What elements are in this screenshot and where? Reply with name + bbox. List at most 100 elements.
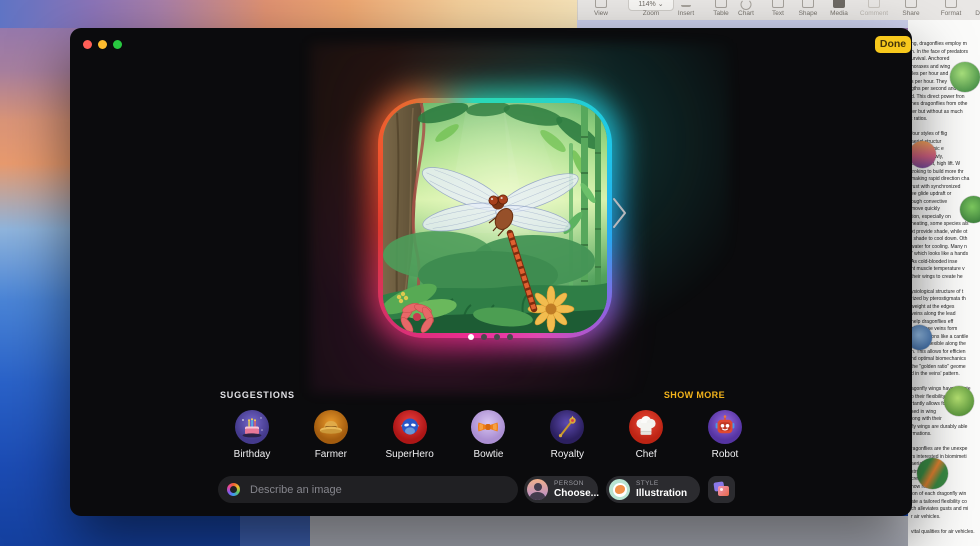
- suggestion-royalty[interactable]: Royalty: [537, 410, 597, 460]
- minimize-button[interactable]: [98, 40, 107, 49]
- share-icon: [905, 0, 917, 8]
- style-chip[interactable]: STYLE Illustration: [606, 476, 700, 503]
- document-line: making rapid direction cha: [911, 176, 980, 184]
- photo-library-button[interactable]: [708, 476, 735, 503]
- toolbar-item-chart[interactable]: Chart: [727, 0, 765, 20]
- window-controls: [83, 40, 122, 49]
- document-line: rmations.: [911, 431, 980, 439]
- farmer-hat-icon: [314, 410, 348, 444]
- person-chip-value: Choose...: [554, 488, 599, 499]
- inline-colorful-beetle-photo: [917, 458, 948, 489]
- insert-icon: [681, 5, 691, 7]
- suggestion-superhero[interactable]: SuperHero: [380, 410, 440, 460]
- image-playground-window: Done: [70, 28, 912, 516]
- document-line: t ratios.: [911, 116, 980, 124]
- birthday-cake-icon: [235, 410, 269, 444]
- dragonfly-illustration: [383, 103, 607, 333]
- document-line: the "golden ratio" geome: [911, 364, 980, 372]
- document-line: long with their: [911, 416, 980, 424]
- suggestions-header: SUGGESTIONS: [220, 390, 295, 400]
- apple-intelligence-icon: [227, 483, 240, 496]
- suggestions-row: Birthday Farmer SuperHe: [222, 410, 755, 460]
- document-line: [911, 281, 980, 289]
- pages-toolbar: View 114% ⌄ Zoom Insert Table Chart Text…: [577, 0, 980, 21]
- chef-hat-icon: [629, 410, 663, 444]
- document-line: d in the veins' pattern.: [911, 371, 980, 379]
- royal-scepter-icon: [550, 410, 584, 444]
- toolbar-item-document[interactable]: Document: [965, 0, 980, 20]
- carousel-dot-2[interactable]: [494, 334, 500, 340]
- wallpaper-top-strip: [0, 0, 578, 28]
- document-line: ch alleviates gusts and mi: [911, 506, 980, 514]
- document-line: As cold-blooded inse: [911, 259, 980, 267]
- document-line: l shade to cool down. Oth: [911, 236, 980, 244]
- document-line: rized by pterostigmata th: [911, 296, 980, 304]
- document-line: hes dragonflies from othe: [911, 101, 980, 109]
- inline-dragonfly-photo: [950, 62, 980, 92]
- document-line: weight at the edges: [911, 304, 980, 312]
- inline-sunset-photo: [909, 141, 936, 168]
- carousel-dot-1[interactable]: [481, 334, 487, 340]
- close-button[interactable]: [83, 40, 92, 49]
- document-line: nd optimal biomechanics: [911, 356, 980, 364]
- view-icon: [595, 0, 607, 8]
- superhero-mask-icon: [393, 410, 427, 444]
- describe-image-input[interactable]: [248, 483, 518, 497]
- document-line: ysiological structure of t: [911, 289, 980, 297]
- person-avatar-icon: [527, 479, 548, 500]
- document-line: veins along the lead: [911, 311, 980, 319]
- toolbar-item-insert[interactable]: Insert: [666, 0, 706, 20]
- robot-head-icon: [708, 410, 742, 444]
- document-line: " which looks like a hands: [911, 251, 980, 259]
- document-line: h. In the face of predators: [911, 49, 980, 57]
- carousel-dot-0[interactable]: [468, 334, 474, 340]
- document-line: ht muscle temperature v: [911, 266, 980, 274]
- document-line: r air vehicles.: [911, 514, 980, 522]
- chart-icon: [741, 0, 752, 10]
- suggestion-chef[interactable]: Chef: [616, 410, 676, 460]
- prompt-input-bar[interactable]: [218, 476, 518, 503]
- document-line: four styles of flig: [911, 131, 980, 139]
- bowtie-icon: [471, 410, 505, 444]
- style-illustration-icon: [609, 479, 630, 500]
- pages-document-page: ng, dragonflies employ mh. In the face o…: [908, 20, 980, 546]
- person-chip[interactable]: PERSON Choose...: [524, 476, 598, 503]
- toolbar-item-view[interactable]: View: [581, 0, 621, 20]
- carousel-dot-3[interactable]: [507, 334, 513, 340]
- media-icon: [833, 0, 845, 8]
- next-image-chevron[interactable]: [610, 196, 630, 230]
- document-line: [911, 124, 980, 132]
- document-line: [911, 439, 980, 447]
- suggestion-birthday[interactable]: Birthday: [222, 410, 282, 460]
- document-line: vital qualities for air vehicles.: [911, 529, 980, 537]
- carousel-dots[interactable]: [440, 334, 540, 340]
- zoom-window-button[interactable]: [113, 40, 122, 49]
- inline-leaf-photo: [960, 196, 980, 223]
- document-line: ion of each dragonfly win: [911, 491, 980, 499]
- inline-beetle-photo: [944, 386, 974, 416]
- suggestion-bowtie[interactable]: Bowtie: [458, 410, 518, 460]
- document-line: d. This direct power fron: [911, 94, 980, 102]
- pages-document-margin-strip: [577, 20, 908, 28]
- document-line: ter but without as much: [911, 109, 980, 117]
- document-line: xt provide shade, while ot: [911, 229, 980, 237]
- document-line: [911, 379, 980, 387]
- document-line: troking to build more thr: [911, 169, 980, 177]
- document-line: rust with synchronized: [911, 184, 980, 192]
- suggestion-robot[interactable]: Robot: [695, 410, 755, 460]
- document-line: their wings to create he: [911, 274, 980, 282]
- comment-icon: [868, 0, 880, 8]
- done-button[interactable]: Done: [875, 36, 911, 53]
- show-more-button[interactable]: SHOW MORE: [664, 390, 725, 400]
- document-line: [911, 521, 980, 529]
- document-line: rs interested in biomimeti: [911, 454, 980, 462]
- format-icon: [945, 0, 957, 8]
- document-line: ragonflies are the unexpe: [911, 446, 980, 454]
- document-line: ate a tailored flexibility co: [911, 499, 980, 507]
- generated-image-card[interactable]: [383, 103, 607, 333]
- document-line: water for cooling. Many n: [911, 244, 980, 252]
- text-icon: [772, 0, 784, 8]
- toolbar-item-share[interactable]: Share: [891, 0, 931, 20]
- person-chip-label: PERSON: [554, 480, 599, 488]
- suggestion-farmer[interactable]: Farmer: [301, 410, 361, 460]
